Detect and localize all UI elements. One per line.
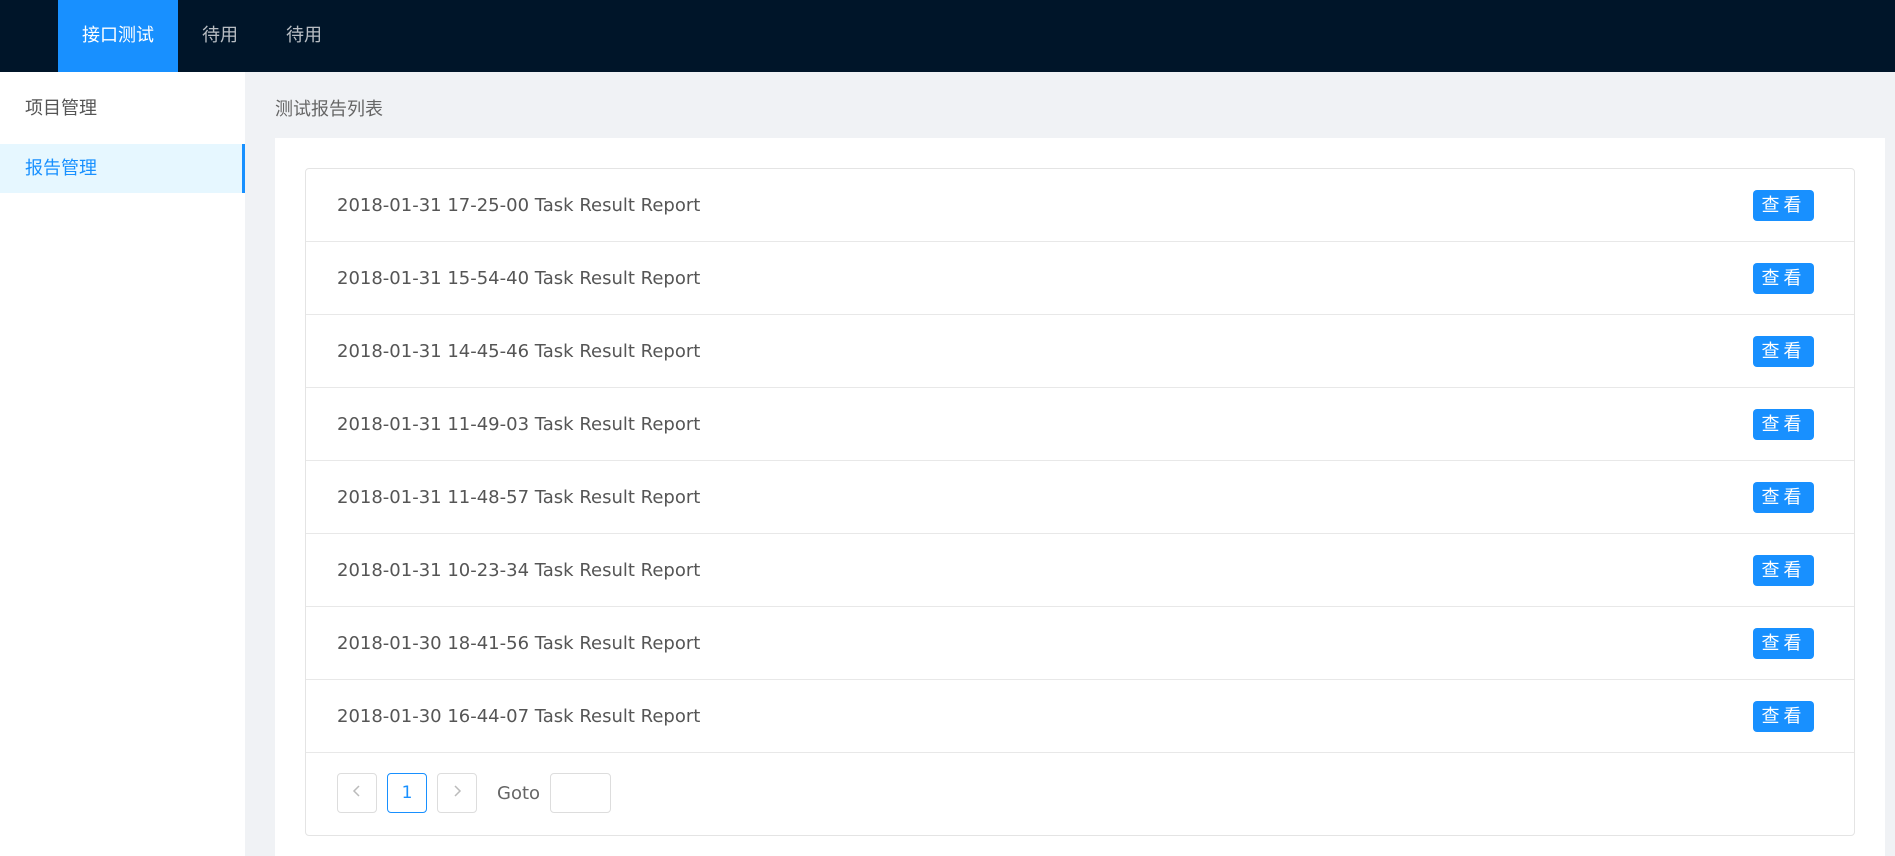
topnav-item-reserved-2[interactable]: 待用 <box>262 0 346 72</box>
goto-label: Goto <box>497 782 541 804</box>
list-item: 2018-01-30 18-41-56 Task Result Report 查… <box>306 607 1854 680</box>
report-title: 2018-01-31 17-25-00 Task Result Report <box>337 194 701 216</box>
report-title: 2018-01-31 15-54-40 Task Result Report <box>337 267 701 289</box>
breadcrumb: 测试报告列表 <box>275 99 383 120</box>
chevron-right-icon <box>454 785 462 797</box>
report-title: 2018-01-31 10-23-34 Task Result Report <box>337 559 701 581</box>
chevron-left-icon <box>352 785 360 797</box>
report-title: 2018-01-30 18-41-56 Task Result Report <box>337 632 701 654</box>
list-item: 2018-01-30 16-44-07 Task Result Report 查… <box>306 680 1854 753</box>
sidebar: 项目管理 报告管理 <box>0 72 245 856</box>
goto-page-input[interactable] <box>550 773 612 813</box>
report-title: 2018-01-30 16-44-07 Task Result Report <box>337 705 701 727</box>
view-button[interactable]: 查看 <box>1753 408 1814 440</box>
next-page-button[interactable] <box>437 773 477 813</box>
view-button[interactable]: 查看 <box>1753 262 1814 294</box>
report-title: 2018-01-31 14-45-46 Task Result Report <box>337 340 701 362</box>
main-content: 2018-01-31 17-25-00 Task Result Report 查… <box>275 138 1885 856</box>
report-title: 2018-01-31 11-48-57 Task Result Report <box>337 486 701 508</box>
list-item: 2018-01-31 10-23-34 Task Result Report 查… <box>306 534 1854 607</box>
sidebar-item-project-management[interactable]: 项目管理 <box>0 84 245 133</box>
list-item: 2018-01-31 15-54-40 Task Result Report 查… <box>306 242 1854 315</box>
page-number-button[interactable]: 1 <box>387 773 427 813</box>
report-list: 2018-01-31 17-25-00 Task Result Report 查… <box>305 168 1855 836</box>
list-item: 2018-01-31 11-49-03 Task Result Report 查… <box>306 388 1854 461</box>
view-button[interactable]: 查看 <box>1753 627 1814 659</box>
view-button[interactable]: 查看 <box>1753 189 1814 221</box>
sidebar-item-report-management[interactable]: 报告管理 <box>0 144 245 193</box>
view-button[interactable]: 查看 <box>1753 554 1814 586</box>
list-item: 2018-01-31 14-45-46 Task Result Report 查… <box>306 315 1854 388</box>
prev-page-button[interactable] <box>337 773 377 813</box>
report-title: 2018-01-31 11-49-03 Task Result Report <box>337 413 701 435</box>
list-item: 2018-01-31 11-48-57 Task Result Report 查… <box>306 461 1854 534</box>
top-navbar: 接口测试 待用 待用 <box>0 0 1895 72</box>
view-button[interactable]: 查看 <box>1753 481 1814 513</box>
topnav-item-reserved-1[interactable]: 待用 <box>178 0 262 72</box>
view-button[interactable]: 查看 <box>1753 335 1814 367</box>
list-item: 2018-01-31 17-25-00 Task Result Report 查… <box>306 169 1854 242</box>
pagination: 1 Goto <box>306 753 1854 813</box>
view-button[interactable]: 查看 <box>1753 700 1814 732</box>
top-nav: 接口测试 待用 待用 <box>58 0 346 72</box>
topnav-item-api-test[interactable]: 接口测试 <box>58 0 178 72</box>
